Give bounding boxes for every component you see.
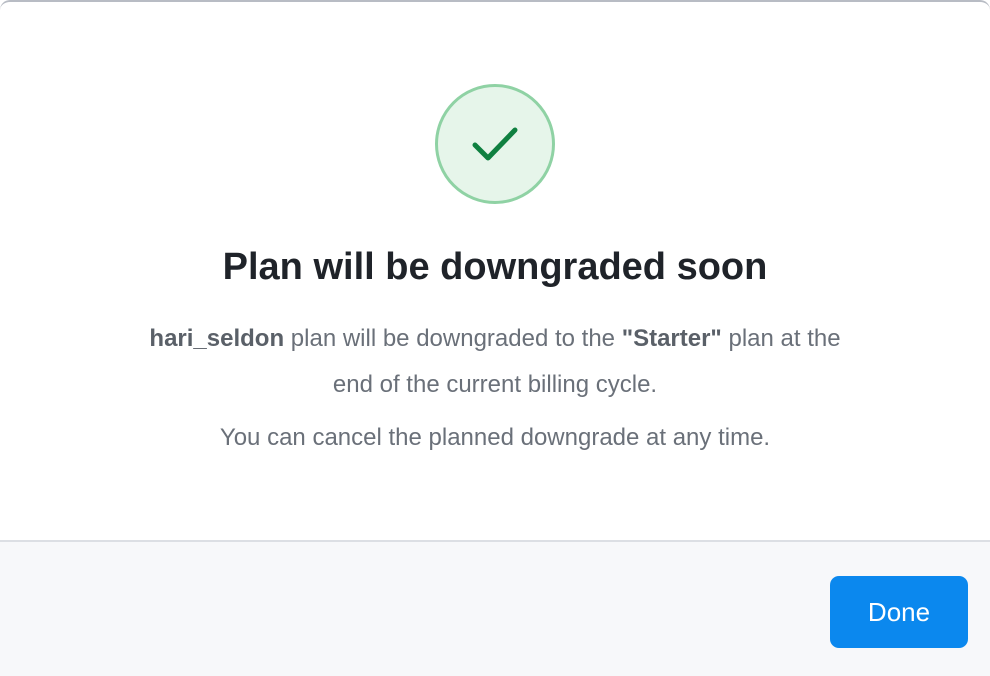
done-button[interactable]: Done (830, 576, 968, 648)
downgrade-dialog: Plan will be downgraded soon hari_seldon… (0, 0, 990, 676)
account-name: hari_seldon (149, 325, 285, 352)
message-text-before-plan: plan will be downgraded to the (284, 325, 622, 352)
success-badge (435, 84, 555, 204)
dialog-footer: Done (0, 540, 990, 676)
dialog-body: Plan will be downgraded soon hari_seldon… (0, 2, 990, 540)
downgrade-message: hari_seldon plan will be downgraded to t… (135, 316, 855, 408)
dialog-title: Plan will be downgraded soon (222, 246, 768, 288)
plan-name: "Starter" (621, 325, 722, 352)
cancel-note: You can cancel the planned downgrade at … (219, 424, 771, 451)
check-icon (471, 125, 519, 163)
